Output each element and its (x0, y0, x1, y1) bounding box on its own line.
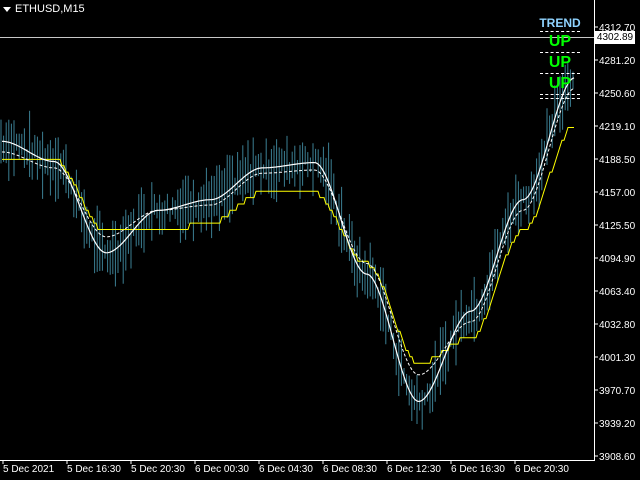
trend-row-1: UP (548, 33, 572, 50)
symbol-timeframe: ETHUSD,M15 (15, 3, 85, 15)
trend-divider (540, 73, 580, 74)
time-tick-label: 6 Dec 08:30 (323, 464, 377, 475)
price-tick-label: 4032.80 (599, 320, 636, 331)
trend-row-2: UP (548, 54, 572, 71)
price-tick-label: 4063.40 (599, 287, 636, 298)
trend-divider (540, 52, 580, 53)
time-tick-label: 6 Dec 16:30 (451, 464, 505, 475)
chart-title[interactable]: ETHUSD,M15 (3, 3, 85, 15)
current-price-label: 4302.89 (595, 31, 635, 44)
price-tick-label: 4125.50 (599, 221, 636, 232)
price-axis: 4312.704281.204250.604219.104188.504157.… (594, 23, 636, 463)
price-tick-label: 4094.90 (599, 254, 636, 265)
time-tick-label: 5 Dec 20:30 (131, 464, 185, 475)
time-tick-label: 6 Dec 12:30 (387, 464, 441, 475)
trend-row-3: UP (548, 75, 572, 92)
price-tick-label: 4219.10 (599, 122, 636, 133)
time-tick-label: 5 Dec 2021 (3, 464, 55, 475)
dropdown-triangle-icon[interactable] (3, 6, 11, 12)
trend-divider (540, 31, 580, 32)
price-tick-label: 3970.70 (599, 386, 636, 397)
trend-panel: TREND UP UP UP (538, 16, 582, 100)
stop-line (2, 127, 574, 364)
price-tick-label: 4281.20 (599, 56, 636, 67)
trend-divider-double (540, 94, 580, 99)
time-axis: 5 Dec 2021 5 Dec 16:30 5 Dec 20:30 6 Dec 00… (2, 460, 569, 475)
smooth-line (1, 77, 575, 403)
signal-line (2, 87, 575, 376)
price-bars (0, 63, 574, 430)
time-tick-label: 6 Dec 00:30 (195, 464, 249, 475)
time-tick-label: 6 Dec 04:30 (259, 464, 313, 475)
time-tick-label: 6 Dec 20:30 (515, 464, 569, 475)
price-tick-label: 4188.50 (599, 155, 636, 166)
price-tick-label: 3908.60 (599, 452, 636, 463)
price-tick-label: 4157.00 (599, 188, 636, 199)
price-tick-label: 3939.20 (599, 419, 636, 430)
indicator-lines (1, 77, 575, 403)
trend-heading: TREND (539, 16, 581, 30)
price-tick-label: 4250.60 (599, 89, 636, 100)
price-tick-label: 4001.30 (599, 353, 636, 364)
time-tick-label: 5 Dec 16:30 (67, 464, 121, 475)
